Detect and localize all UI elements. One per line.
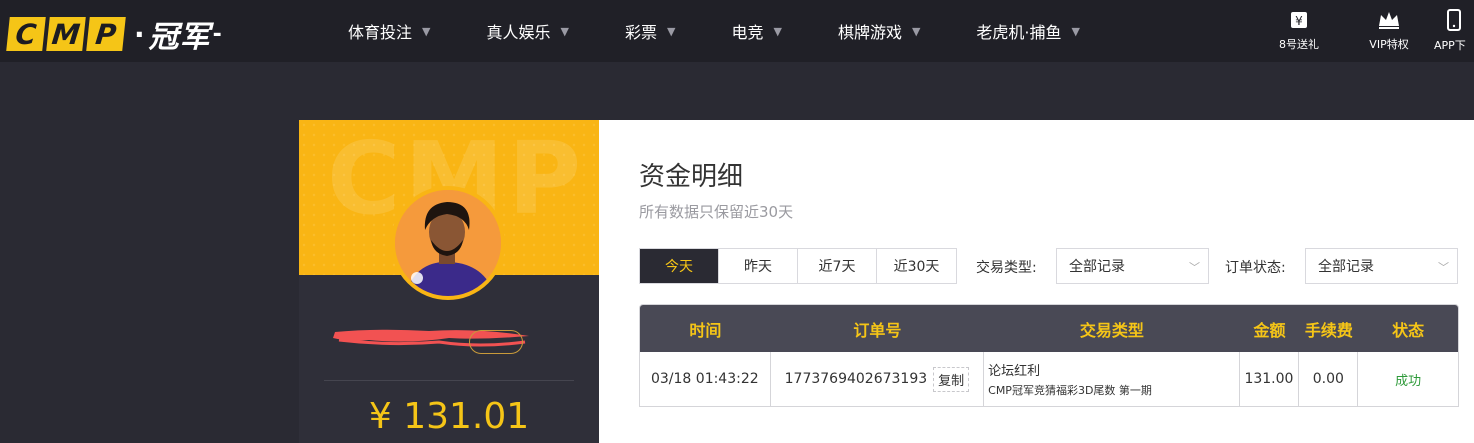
- chevron-down-icon: ﹀: [1438, 261, 1449, 274]
- page-subtitle: 所有数据只保留近30天: [639, 203, 794, 221]
- nav-item-label: 体育投注: [348, 23, 413, 42]
- nav-item-card-games[interactable]: 棋牌游戏 ▼: [838, 19, 920, 43]
- logo-chinese-name: 冠军: [148, 20, 211, 55]
- cell-time: 03/18 01:43:22: [640, 352, 771, 406]
- order-number: 1773769402673193: [784, 371, 928, 387]
- date-range-tabs: 今天 昨天 近7天 近30天: [639, 248, 957, 284]
- trade-type-name: 论坛红利: [988, 364, 1041, 379]
- trade-type-description: CMP冠军竞猜福彩3D尾数 第一期: [988, 384, 1152, 397]
- copy-button[interactable]: 复制: [933, 366, 970, 392]
- profile-card: CMP ¥ 131.01: [299, 120, 599, 443]
- tab-last-7-days[interactable]: 近7天: [798, 249, 877, 283]
- header-tools: ¥ 8号送礼 VIP特权 APP下: [1254, 0, 1474, 62]
- chevron-down-icon: ▼: [1071, 24, 1080, 38]
- avatar-image: [395, 190, 501, 296]
- nav-item-live-casino[interactable]: 真人娱乐 ▼: [486, 19, 568, 43]
- gift-button[interactable]: ¥ 8号送礼: [1254, 0, 1344, 62]
- chevron-down-icon: ﹀: [1189, 261, 1200, 274]
- nav-item-label: 电竞: [731, 23, 764, 42]
- brand-logo[interactable]: C M P · 冠军 -: [6, 12, 222, 56]
- order-status-select[interactable]: 全部记录 ﹀: [1305, 248, 1458, 284]
- tool-label: 8号送礼: [1279, 38, 1319, 51]
- tab-today[interactable]: 今天: [640, 249, 719, 283]
- tab-last-30-days[interactable]: 近30天: [877, 249, 956, 283]
- logo-tail: -: [212, 21, 222, 47]
- vip-button[interactable]: VIP特权: [1344, 0, 1434, 62]
- crown-icon: [1379, 12, 1399, 29]
- logo-letter-c: C: [6, 17, 46, 51]
- table-row: 03/18 01:43:22 1773769402673193 复制 论坛红利 …: [640, 352, 1458, 406]
- vip-level-badge: [469, 330, 523, 354]
- logo-letter-m: M: [46, 17, 86, 51]
- header-fee: 手续费: [1304, 320, 1353, 340]
- nav-item-esports[interactable]: 电竞 ▼: [731, 19, 781, 43]
- page-title: 资金明细: [639, 162, 744, 192]
- order-status-label: 订单状态:: [1225, 260, 1286, 276]
- phone-icon: [1447, 9, 1461, 31]
- main-nav: 体育投注 ▼ 真人娱乐 ▼ 彩票 ▼ 电竞 ▼ 棋牌游戏 ▼ 老虎机·捕鱼 ▼: [348, 0, 1136, 62]
- profile-divider: [324, 380, 574, 381]
- tool-label: APP下: [1434, 39, 1466, 52]
- header-trade-type: 交易类型: [1079, 320, 1144, 340]
- cell-order-no: 1773769402673193 复制: [771, 352, 985, 406]
- transactions-table: 时间 订单号 交易类型 金额 手续费 状态 03/18 01:43:22 177…: [639, 304, 1459, 407]
- nav-item-label: 真人娱乐: [486, 23, 551, 42]
- nav-item-lottery[interactable]: 彩票 ▼: [625, 19, 675, 43]
- cell-trade-type: 论坛红利 CMP冠军竞猜福彩3D尾数 第一期: [984, 352, 1240, 406]
- header-status: 状态: [1392, 320, 1425, 340]
- app-download-button[interactable]: APP下: [1434, 0, 1474, 62]
- gift-ticket-icon: ¥: [1291, 12, 1307, 28]
- nav-item-sports[interactable]: 体育投注 ▼: [348, 19, 430, 43]
- trade-type-value: 全部记录: [1069, 259, 1125, 275]
- chevron-down-icon: ▼: [560, 24, 569, 38]
- avatar[interactable]: [391, 186, 505, 300]
- account-balance: ¥ 131.01: [368, 396, 530, 437]
- trade-type-select[interactable]: 全部记录 ﹀: [1056, 248, 1209, 284]
- cell-fee: 0.00: [1299, 352, 1359, 406]
- chevron-down-icon: ▼: [773, 24, 782, 38]
- nav-item-label: 棋牌游戏: [837, 23, 902, 42]
- chevron-down-icon: ▼: [422, 24, 431, 38]
- logo-letter-p: P: [86, 17, 126, 51]
- nav-item-label: 彩票: [624, 23, 657, 42]
- logo-dot: ·: [134, 17, 145, 51]
- nav-item-label: 老虎机·捕鱼: [976, 23, 1062, 42]
- header-amount: 金额: [1253, 320, 1286, 340]
- nav-item-slots-fishing[interactable]: 老虎机·捕鱼 ▼: [976, 19, 1080, 43]
- fund-details-panel: 资金明细 所有数据只保留近30天 今天 昨天 近7天 近30天 交易类型: 全部…: [599, 120, 1474, 443]
- tab-yesterday[interactable]: 昨天: [719, 249, 798, 283]
- chevron-down-icon: ▼: [666, 24, 676, 38]
- tool-label: VIP特权: [1369, 38, 1409, 51]
- header-order-no: 订单号: [853, 320, 902, 340]
- svg-text:¥: ¥: [1295, 14, 1303, 28]
- top-navbar: C M P · 冠军 - 体育投注 ▼ 真人娱乐 ▼ 彩票 ▼ 电竞 ▼ 棋牌游…: [0, 0, 1474, 62]
- chevron-down-icon: ▼: [911, 24, 921, 38]
- header-time: 时间: [689, 320, 722, 340]
- status-badge: 成功: [1395, 373, 1422, 389]
- cell-status: 成功: [1358, 352, 1458, 406]
- table-header: 时间 订单号 交易类型 金额 手续费 状态: [640, 305, 1458, 352]
- trade-type-label: 交易类型:: [976, 260, 1037, 276]
- order-status-value: 全部记录: [1318, 259, 1374, 275]
- cell-amount: 131.00: [1240, 352, 1300, 406]
